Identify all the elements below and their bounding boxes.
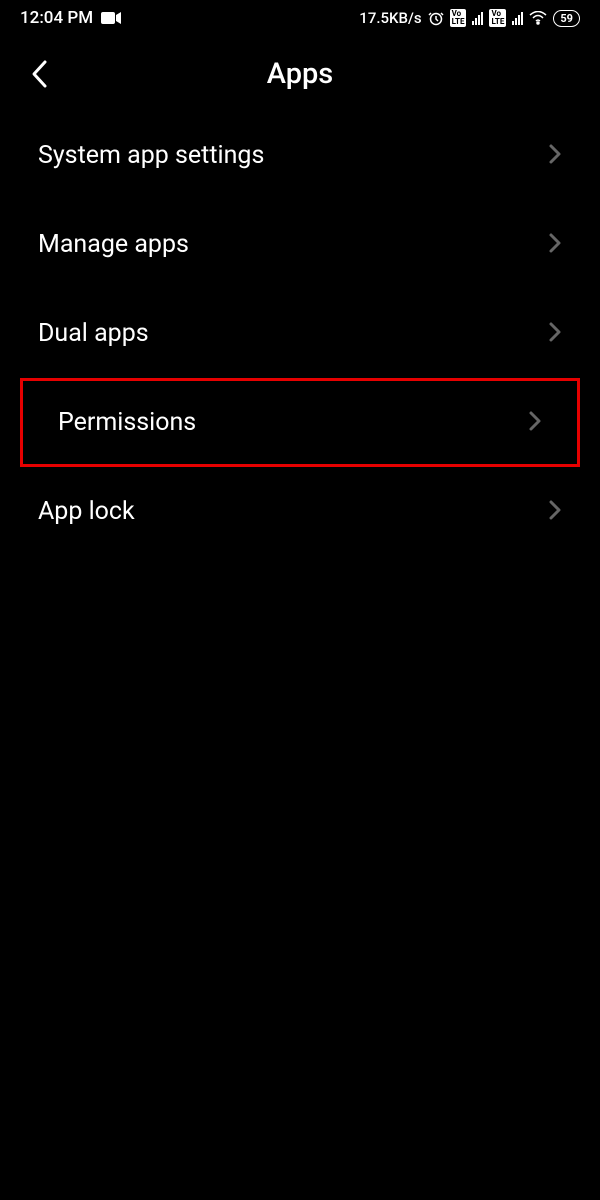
header: Apps (0, 36, 600, 111)
menu-item-app-lock[interactable]: App lock (0, 467, 600, 556)
signal-icon-1 (472, 11, 483, 25)
menu-item-system-app-settings[interactable]: System app settings (0, 111, 600, 200)
wifi-icon (529, 11, 547, 25)
status-left: 12:04 PM (20, 8, 121, 28)
lte-badge-2: VoLTE (489, 9, 506, 27)
menu-label: Permissions (58, 408, 196, 437)
battery-indicator: 59 (553, 10, 580, 27)
network-speed: 17.5KB/s (359, 9, 421, 27)
menu-item-permissions[interactable]: Permissions (20, 378, 580, 467)
menu-label: App lock (38, 497, 135, 526)
chevron-right-icon (548, 320, 562, 348)
status-right: 17.5KB/s VoLTE VoLTE 59 (359, 9, 580, 27)
alarm-icon (428, 10, 444, 26)
menu-list: System app settings Manage apps Dual app… (0, 111, 600, 556)
chevron-right-icon (548, 231, 562, 259)
status-bar: 12:04 PM 17.5KB/s VoLTE VoLTE (0, 0, 600, 36)
camera-icon (101, 11, 121, 25)
signal-icon-2 (512, 11, 523, 25)
menu-label: Manage apps (38, 230, 189, 259)
chevron-right-icon (548, 142, 562, 170)
menu-label: Dual apps (38, 319, 149, 348)
chevron-right-icon (528, 409, 542, 437)
menu-item-dual-apps[interactable]: Dual apps (0, 289, 600, 378)
menu-item-manage-apps[interactable]: Manage apps (0, 200, 600, 289)
menu-label: System app settings (38, 141, 264, 170)
status-time: 12:04 PM (20, 8, 93, 28)
page-title: Apps (30, 57, 570, 91)
lte-badge-1: VoLTE (450, 9, 467, 27)
chevron-right-icon (548, 498, 562, 526)
back-button[interactable] (30, 58, 50, 90)
